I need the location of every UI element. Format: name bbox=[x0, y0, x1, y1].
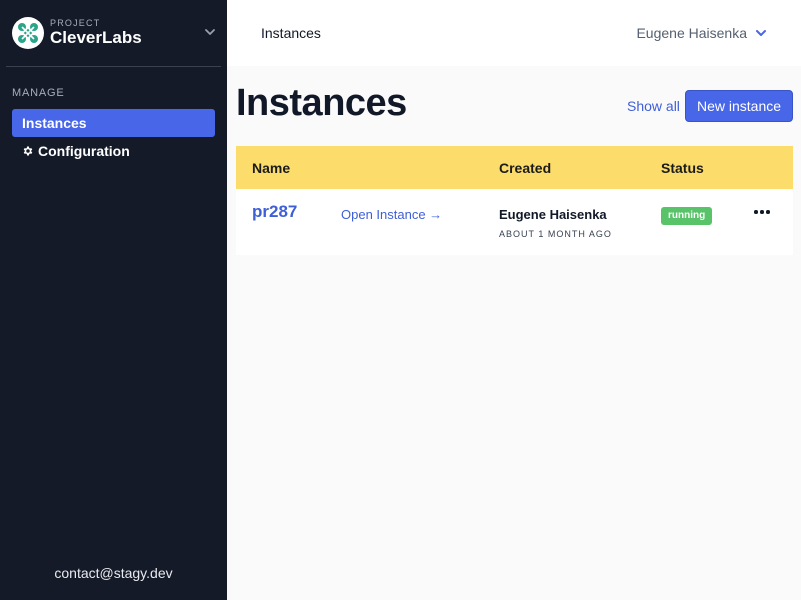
project-switcher[interactable]: PROJECT CleverLabs bbox=[12, 16, 220, 50]
column-header-created: Created bbox=[499, 160, 552, 176]
section-label-manage: MANAGE bbox=[12, 87, 65, 99]
instance-name-link[interactable]: pr287 bbox=[252, 202, 297, 222]
cleverlabs-logo-icon bbox=[12, 17, 44, 49]
chevron-down-icon bbox=[205, 29, 215, 35]
sidebar-nav: Instances Configuration bbox=[12, 109, 215, 165]
chevron-down-icon bbox=[756, 30, 766, 36]
sidebar-item-label: Instances bbox=[22, 115, 87, 131]
show-all-link[interactable]: Show all bbox=[627, 98, 680, 114]
created-by: Eugene Haisenka bbox=[499, 207, 607, 222]
project-name: CleverLabs bbox=[50, 28, 142, 47]
column-header-name: Name bbox=[252, 160, 291, 176]
created-time: ABOUT 1 MONTH AGO bbox=[499, 229, 612, 239]
contact-email[interactable]: contact@stagy.dev bbox=[0, 565, 227, 581]
dot bbox=[760, 210, 764, 214]
sidebar-item-label: Configuration bbox=[38, 143, 130, 159]
breadcrumb: Instances bbox=[261, 25, 321, 41]
table-header: Name Created Status bbox=[236, 146, 793, 189]
sidebar: PROJECT CleverLabs MANAGE Instances Conf… bbox=[0, 0, 227, 600]
instances-table: Name Created Status pr287 Open Instance … bbox=[236, 146, 793, 255]
project-kicker: PROJECT bbox=[50, 18, 101, 28]
dot bbox=[766, 210, 770, 214]
page-title: Instances bbox=[236, 82, 407, 124]
more-options-icon[interactable] bbox=[754, 207, 770, 217]
dot bbox=[754, 210, 758, 214]
table-row: pr287 Open Instance → Eugene Haisenka AB… bbox=[236, 189, 793, 255]
sidebar-item-configuration[interactable]: Configuration bbox=[12, 137, 215, 165]
column-header-status: Status bbox=[661, 160, 704, 176]
open-instance-link[interactable]: Open Instance → bbox=[341, 207, 442, 222]
sidebar-divider bbox=[6, 66, 221, 67]
new-instance-button[interactable]: New instance bbox=[685, 90, 793, 122]
user-menu[interactable]: Eugene Haisenka bbox=[636, 25, 767, 41]
sidebar-item-instances[interactable]: Instances bbox=[12, 109, 215, 137]
user-name: Eugene Haisenka bbox=[636, 25, 747, 41]
gear-icon bbox=[23, 146, 33, 156]
topbar: Instances Eugene Haisenka bbox=[227, 0, 801, 66]
status-badge: running bbox=[661, 207, 713, 225]
